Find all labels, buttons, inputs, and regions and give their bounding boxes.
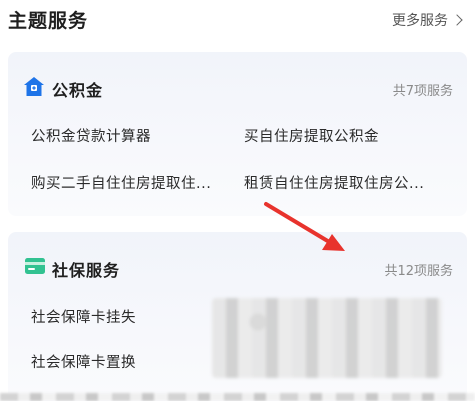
service-item-rent-withdraw[interactable]: 租赁自住住房提取住房公...	[244, 172, 424, 193]
service-item-loan-calculator[interactable]: 公积金贷款计算器	[31, 125, 151, 146]
house-icon	[24, 77, 44, 96]
section-title: 主题服务	[8, 10, 89, 32]
service-item-card-replacement[interactable]: 社会保障卡置换	[31, 351, 136, 372]
chevron-right-icon	[451, 14, 463, 26]
more-services-label: 更多服务	[392, 13, 448, 29]
housing-fund-title: 公积金	[52, 81, 104, 100]
blurred-content	[212, 298, 442, 378]
more-services-link[interactable]: 更多服务	[392, 10, 463, 30]
service-item-buy-house-withdraw[interactable]: 买自住房提取公积金	[244, 125, 379, 146]
card-icon	[25, 258, 45, 274]
section-header: 主题服务 更多服务	[0, 0, 475, 40]
blurred-bottom-text	[0, 393, 475, 401]
service-item-second-hand-withdraw[interactable]: 购买二手自住住房提取住...	[31, 172, 211, 193]
housing-fund-card[interactable]: 公积金 共7项服务 公积金贷款计算器 买自住房提取公积金 购买二手自住住房提取住…	[8, 52, 467, 216]
service-item-card-loss-report[interactable]: 社会保障卡挂失	[31, 306, 136, 327]
housing-fund-count[interactable]: 共7项服务	[393, 80, 453, 99]
theme-services-page: 主题服务 更多服务 公积金 共7项服务 公积金贷款计算器 买自住房提取公积金 购…	[0, 0, 475, 401]
social-security-card[interactable]: 社保服务 共12项服务 社会保障卡挂失 社会保障卡置换	[8, 232, 467, 401]
social-security-title: 社保服务	[52, 261, 121, 280]
social-security-count[interactable]: 共12项服务	[384, 260, 453, 279]
